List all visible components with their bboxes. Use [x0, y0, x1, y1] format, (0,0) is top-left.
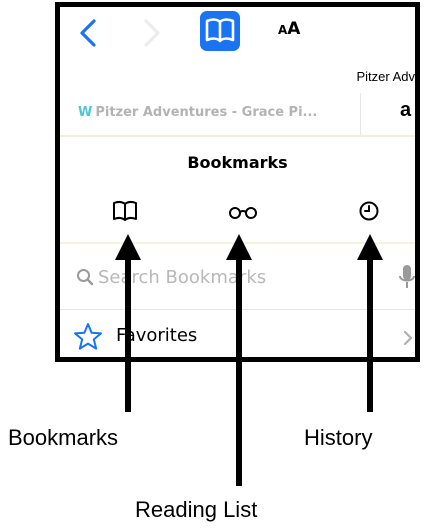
chevron-right-icon: [403, 330, 413, 346]
url-peek: Pitzer Adv: [356, 69, 415, 84]
chevron-left-icon: [80, 19, 96, 47]
reader-text-size-button[interactable]: AA: [278, 19, 312, 45]
back-button[interactable]: [76, 15, 104, 51]
clock-icon: [359, 201, 379, 221]
browser-toolbar: AA: [60, 7, 415, 65]
glasses-icon: [229, 207, 257, 219]
tab-strip: W Pitzer Adventures - Grace Pi... a: [60, 93, 415, 137]
tab-divider: [360, 93, 361, 135]
bookmarks-toolbar-button[interactable]: [200, 11, 240, 51]
site-favicon-icon: W: [78, 105, 93, 120]
phone-frame: AA Pitzer Adv W Pitzer Adventures - Grace…: [55, 2, 420, 362]
tab-second-logo[interactable]: a: [400, 99, 411, 122]
row-divider: [60, 309, 415, 310]
search-bookmarks-input[interactable]: [98, 262, 378, 292]
list-item-favorites[interactable]: Favorites: [60, 315, 415, 357]
aa-big-letter: A: [287, 19, 301, 39]
annotated-screenshot: AA Pitzer Adv W Pitzer Adventures - Grace…: [0, 0, 429, 529]
segment-history[interactable]: [355, 199, 383, 223]
favorites-label: Favorites: [116, 325, 198, 346]
star-icon: [74, 323, 102, 350]
tab-active-title: Pitzer Adventures - Grace Pi...: [95, 105, 318, 120]
caption-reading-list: Reading List: [135, 497, 258, 522]
segment-bookmarks[interactable]: [111, 199, 139, 223]
tab-active[interactable]: W Pitzer Adventures - Grace Pi...: [78, 105, 317, 120]
caption-history: History: [304, 425, 373, 450]
caption-bookmarks: Bookmarks: [8, 425, 119, 450]
aa-small-letter: A: [278, 23, 288, 37]
microphone-icon[interactable]: [398, 264, 416, 290]
forward-button[interactable]: [138, 15, 166, 51]
open-book-icon: [113, 200, 137, 221]
search-row: [60, 254, 415, 302]
chevron-right-icon: [144, 19, 160, 47]
segment-reading-list[interactable]: [227, 199, 257, 223]
open-book-icon: [205, 18, 235, 43]
segment-divider: [60, 242, 415, 244]
search-icon: [77, 269, 94, 286]
panel-title: Bookmarks: [187, 153, 288, 172]
